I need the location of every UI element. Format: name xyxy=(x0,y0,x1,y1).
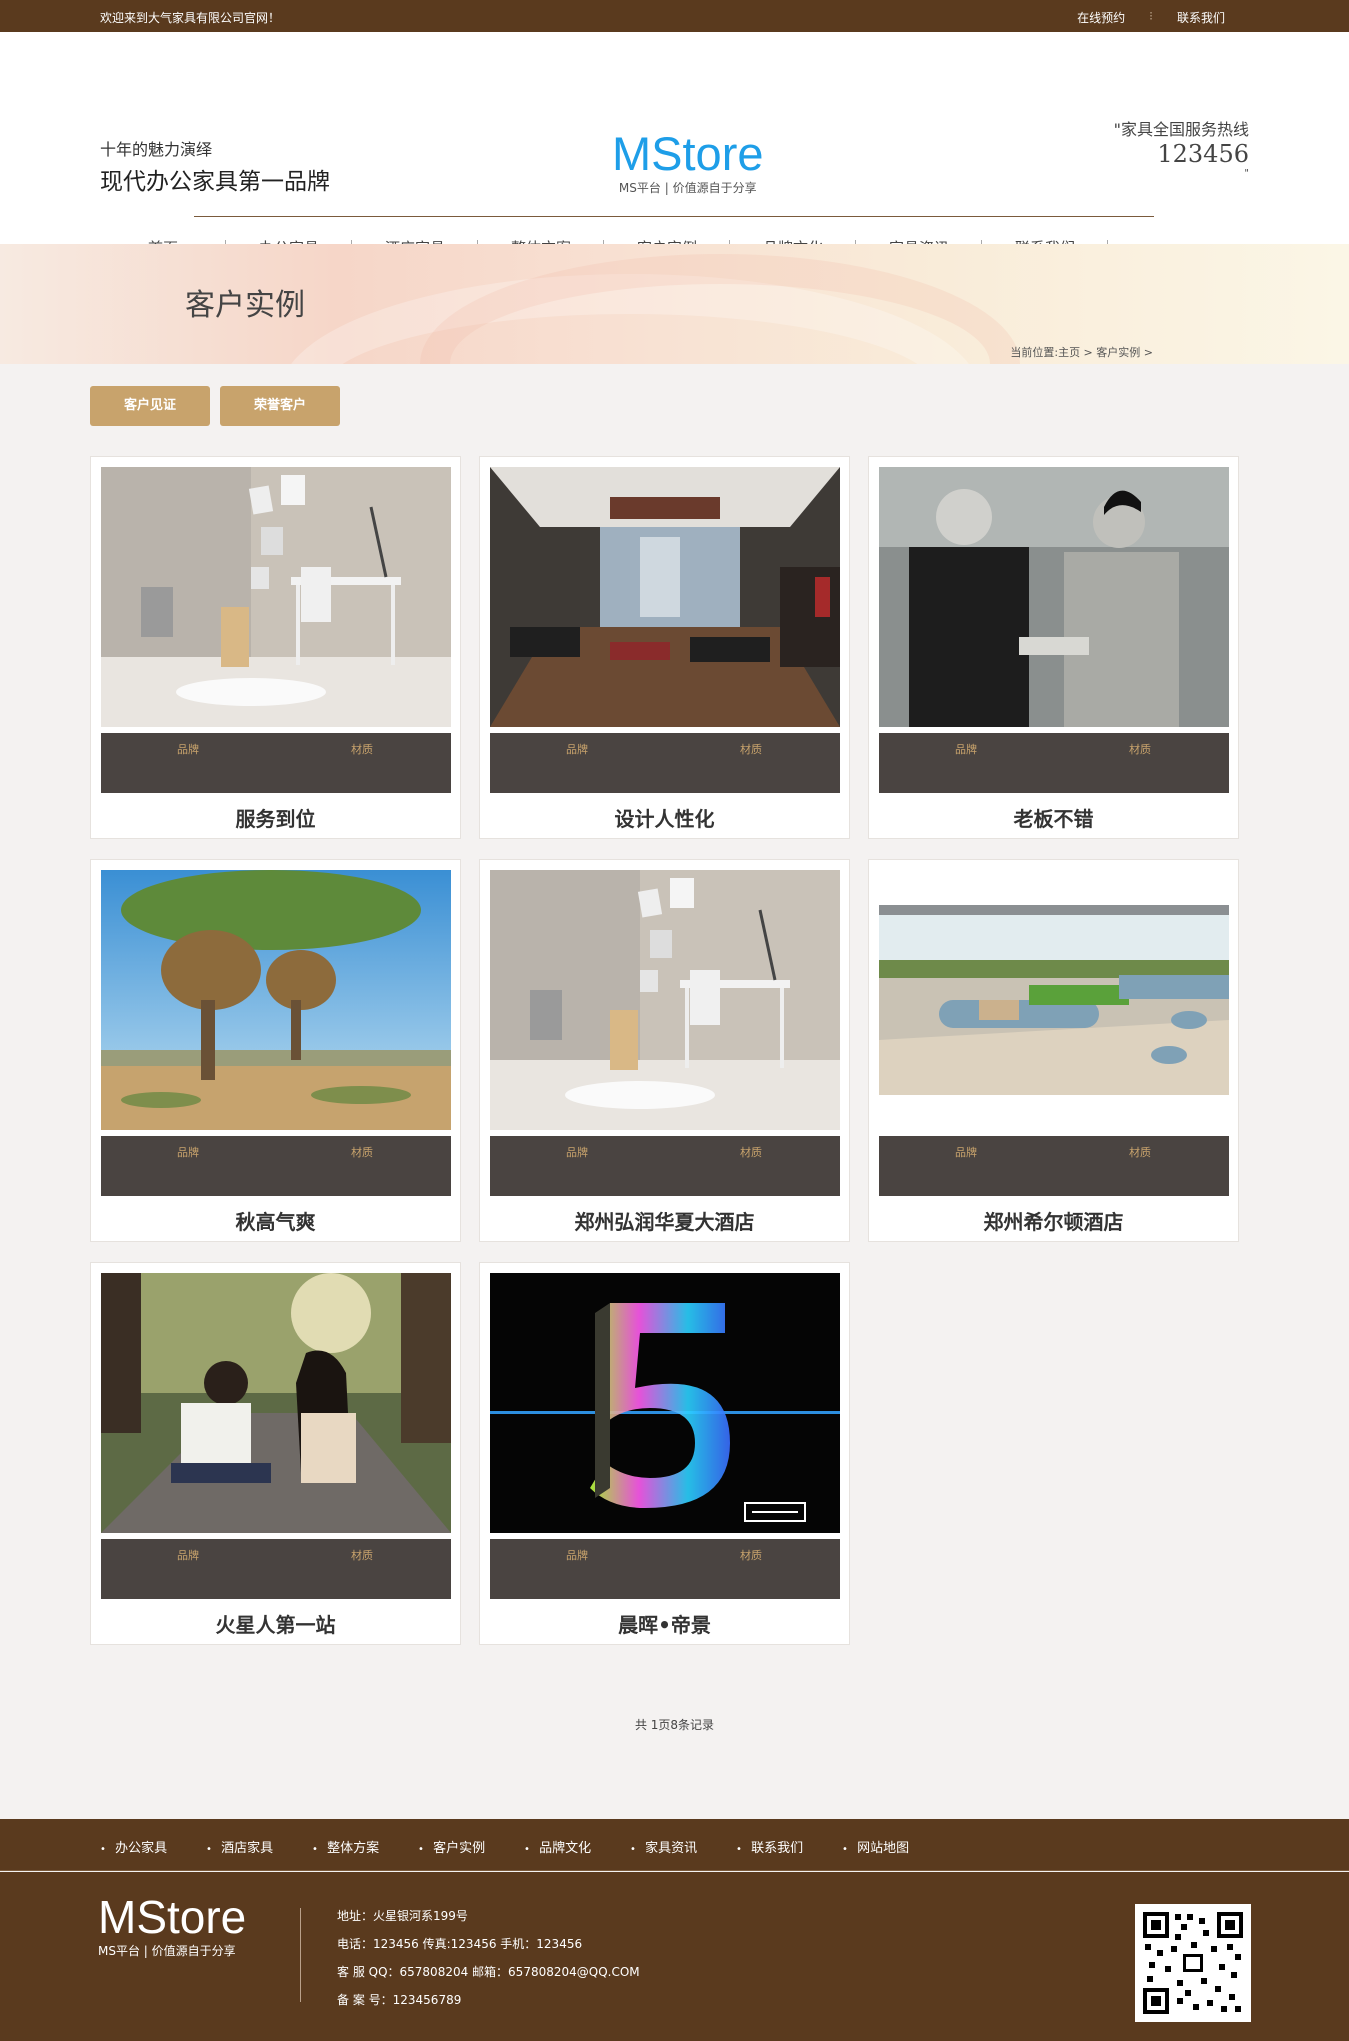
brand-label: 品牌 xyxy=(177,743,199,756)
case-title[interactable]: 设计人性化 xyxy=(480,803,849,832)
case-photo[interactable] xyxy=(490,1273,840,1533)
case-card[interactable]: 品牌 材质 老板不错 xyxy=(868,456,1239,839)
record-number-text: 备 案 号：123456789 xyxy=(337,1993,462,2007)
case-card[interactable]: 品牌 材质 秋高气爽 xyxy=(90,859,461,1242)
material-label: 材质 xyxy=(1129,1146,1151,1159)
case-title[interactable]: 秋高气爽 xyxy=(91,1206,460,1235)
case-card[interactable]: 品牌 材质 服务到位 xyxy=(90,456,461,839)
case-title[interactable]: 郑州希尔顿酒店 xyxy=(869,1206,1238,1235)
welcome-text: 欢迎来到大气家具有限公司官网！ xyxy=(100,11,281,25)
case-info-bar: 品牌 材质 xyxy=(490,733,840,793)
logo-tagline: MS平台 | 价值源自于分享 xyxy=(618,181,757,195)
case-info-bar: 品牌 材质 xyxy=(101,733,451,793)
page-banner: 客户实例 当前位置:主页 > 客户实例 > xyxy=(0,244,1349,364)
brand-label: 品牌 xyxy=(955,743,977,756)
case-card[interactable]: 品牌 材质 设计人性化 xyxy=(479,456,850,839)
site-header: 十年的魅力演绎 现代办公家具第一品牌 MStore MS平台 | 价值源自于分享… xyxy=(0,32,1349,257)
qq-email-text: 客 服 QQ：657808204 邮箱：657808204@QQ.COM xyxy=(337,1965,640,1979)
case-card[interactable]: 品牌 材质 晨晖•帝景 xyxy=(479,1262,850,1645)
footer-divider xyxy=(300,1908,301,2002)
site-logo[interactable]: MStore MS平台 | 价值源自于分享 xyxy=(612,130,764,196)
case-title[interactable]: 郑州弘润华夏大酒店 xyxy=(480,1206,849,1235)
brand-label: 品牌 xyxy=(566,1146,588,1159)
brand-label: 品牌 xyxy=(955,1146,977,1159)
case-photo[interactable] xyxy=(490,467,840,727)
hotline-number: 123456 xyxy=(1157,140,1249,168)
address-text: 地址：火星银河系199号 xyxy=(337,1909,468,1923)
footer-logo[interactable]: MStore MS平台 | 价值源自于分享 xyxy=(98,1894,246,1959)
site-footer: MStore MS平台 | 价值源自于分享 地址：火星银河系199号 电话：12… xyxy=(0,1872,1349,2041)
tab-customer-testimonials[interactable]: 客户见证 xyxy=(90,386,210,426)
case-info-bar: 品牌 材质 xyxy=(101,1539,451,1599)
contact-us-link[interactable]: 联系我们 xyxy=(1153,9,1249,26)
case-card[interactable]: 品牌 材质 郑州希尔顿酒店 xyxy=(868,859,1239,1242)
case-photo[interactable] xyxy=(101,467,451,727)
footer-logo-tagline: MS平台 | 价值源自于分享 xyxy=(98,1944,236,1958)
brand-label: 品牌 xyxy=(566,1549,588,1562)
hotline-title: "家具全国服务热线 xyxy=(1113,120,1249,139)
online-booking-link[interactable]: 在线预约 xyxy=(1053,9,1149,26)
case-title[interactable]: 晨晖•帝景 xyxy=(480,1609,849,1638)
logo-name: MStore xyxy=(612,127,764,180)
case-photo[interactable] xyxy=(101,1273,451,1533)
phone-text: 电话：123456 传真:123456 手机：123456 xyxy=(337,1937,583,1951)
case-info-bar: 品牌 材质 xyxy=(490,1539,840,1599)
footer-link-cases[interactable]: 客户实例 xyxy=(418,1837,524,1856)
case-card[interactable]: 品牌 材质 郑州弘润华夏大酒店 xyxy=(479,859,850,1242)
top-links: 在线预约 ⁝ 联系我们 xyxy=(1053,9,1249,26)
slogan: 十年的魅力演绎 现代办公家具第一品牌 xyxy=(100,136,330,196)
banner-decoration xyxy=(420,254,1020,364)
tab-honored-customers[interactable]: 荣誉客户 xyxy=(220,386,340,426)
case-info-bar: 品牌 材质 xyxy=(101,1136,451,1196)
footer-link-hotel-furniture[interactable]: 酒店家具 xyxy=(206,1837,312,1856)
case-photo[interactable] xyxy=(879,870,1229,1130)
case-photo[interactable] xyxy=(490,870,840,1130)
header-divider xyxy=(194,216,1154,217)
case-info-bar: 品牌 材质 xyxy=(879,1136,1229,1196)
hotline-tail: " xyxy=(1244,168,1249,179)
service-hotline: "家具全国服务热线 123456 " xyxy=(1114,116,1249,179)
footer-link-news[interactable]: 家具资讯 xyxy=(630,1837,736,1856)
case-info-bar: 品牌 材质 xyxy=(490,1136,840,1196)
material-label: 材质 xyxy=(740,1549,762,1562)
contact-info: 地址：火星银河系199号 电话：123456 传真:123456 手机：1234… xyxy=(337,1902,640,2014)
footer-link-contact[interactable]: 联系我们 xyxy=(736,1837,842,1856)
case-photo[interactable] xyxy=(101,870,451,1130)
top-bar: 欢迎来到大气家具有限公司官网！ 在线预约 ⁝ 联系我们 xyxy=(0,0,1349,32)
footer-link-brand-culture[interactable]: 品牌文化 xyxy=(524,1837,630,1856)
footer-link-sitemap[interactable]: 网站地图 xyxy=(842,1837,948,1856)
brand-label: 品牌 xyxy=(177,1146,199,1159)
brand-label: 品牌 xyxy=(177,1549,199,1562)
breadcrumb[interactable]: 当前位置:主页 > 客户实例 > xyxy=(1010,344,1153,360)
qr-code-icon xyxy=(1135,1904,1251,2022)
slogan-line-2: 现代办公家具第一品牌 xyxy=(100,169,330,195)
brand-label: 品牌 xyxy=(566,743,588,756)
category-tabs: 客户见证 荣誉客户 xyxy=(90,386,340,426)
material-label: 材质 xyxy=(1129,743,1151,756)
material-label: 材质 xyxy=(740,1146,762,1159)
case-title[interactable]: 老板不错 xyxy=(869,803,1238,832)
case-title[interactable]: 火星人第一站 xyxy=(91,1609,460,1638)
footer-nav: 办公家具 酒店家具 整体方案 客户实例 品牌文化 家具资讯 联系我们 网站地图 xyxy=(0,1819,1349,1871)
pagination-info: 共 1页8条记录 xyxy=(634,1718,715,1732)
footer-link-office-furniture[interactable]: 办公家具 xyxy=(100,1837,206,1856)
material-label: 材质 xyxy=(351,743,373,756)
material-label: 材质 xyxy=(740,743,762,756)
case-title[interactable]: 服务到位 xyxy=(91,803,460,832)
material-label: 材质 xyxy=(351,1146,373,1159)
footer-logo-name: MStore xyxy=(98,1891,247,1943)
page-title: 客户实例 xyxy=(185,288,305,323)
case-card[interactable]: 品牌 材质 火星人第一站 xyxy=(90,1262,461,1645)
footer-link-solutions[interactable]: 整体方案 xyxy=(312,1837,418,1856)
material-label: 材质 xyxy=(351,1549,373,1562)
slogan-line-1: 十年的魅力演绎 xyxy=(100,140,213,159)
case-photo[interactable] xyxy=(879,467,1229,727)
case-info-bar: 品牌 材质 xyxy=(879,733,1229,793)
